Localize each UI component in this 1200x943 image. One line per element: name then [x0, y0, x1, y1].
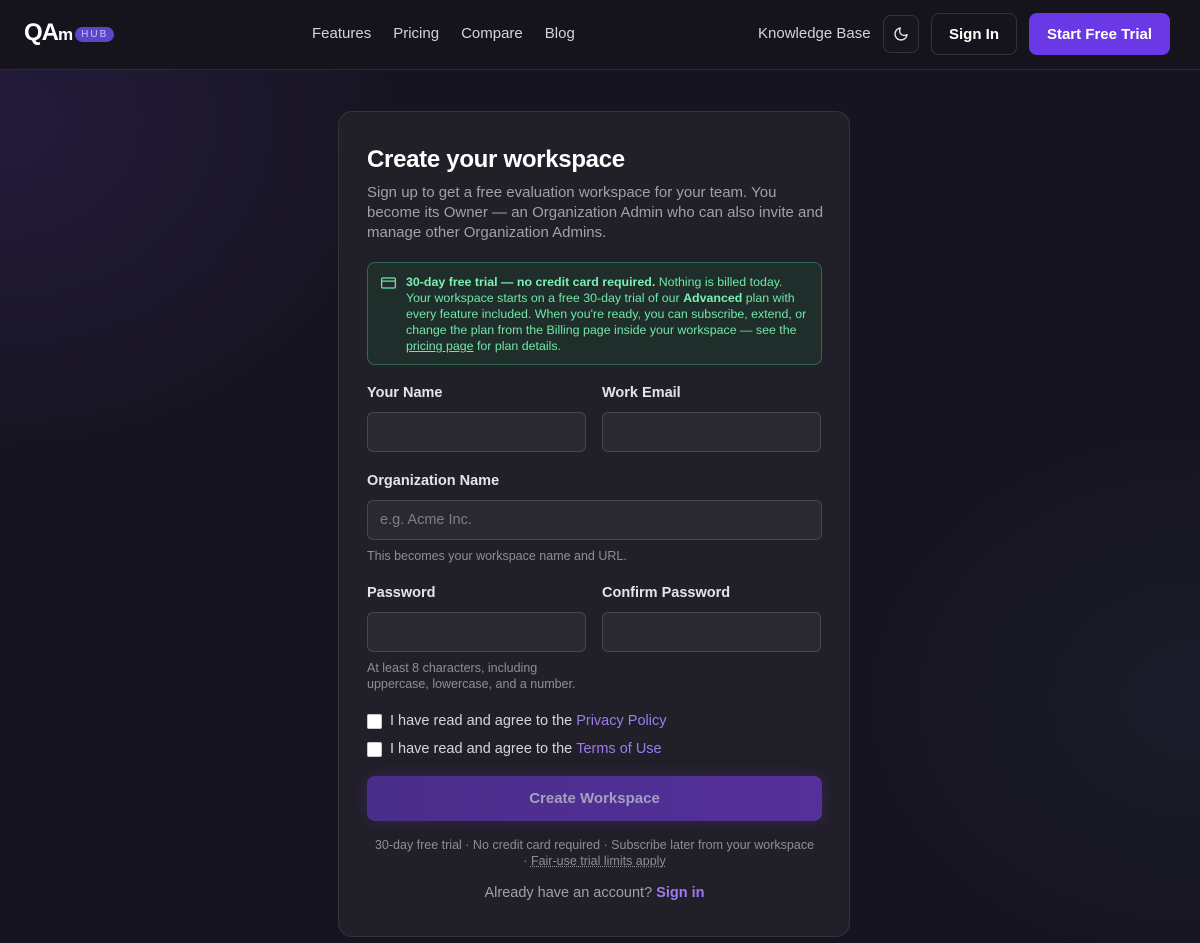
notice-lead: 30-day free trial — no credit card requi…: [406, 275, 656, 289]
nav-compare[interactable]: Compare: [461, 24, 523, 44]
terms-checkbox[interactable]: [367, 741, 382, 757]
nav-features[interactable]: Features: [312, 24, 371, 44]
sign-in-link[interactable]: Sign in: [656, 885, 704, 901]
password-input[interactable]: [367, 612, 586, 652]
confirm-password-label: Confirm Password: [602, 585, 731, 601]
fair-use-link[interactable]: Fair-use trial limits apply: [531, 854, 666, 868]
trial-footer-line: 30-day free trial · No credit card requi…: [374, 838, 815, 852]
logo-wordmark: QAm: [24, 19, 74, 46]
nav-pricing[interactable]: Pricing: [393, 24, 439, 44]
email-input[interactable]: [602, 412, 821, 452]
privacy-consent-text: I have read and agree to the: [390, 713, 573, 729]
pricing-page-link[interactable]: pricing page: [406, 339, 474, 353]
logo[interactable]: QAm HUB: [24, 19, 115, 46]
start-free-trial-button[interactable]: Start Free Trial: [1029, 13, 1170, 55]
org-hint: This becomes your workspace name and URL…: [367, 549, 627, 563]
name-input[interactable]: [367, 412, 586, 452]
logo-badge: HUB: [75, 26, 115, 42]
email-label: Work Email: [602, 385, 681, 401]
notice-plan: Advanced: [683, 291, 743, 305]
trial-notice: 30-day free trial — no credit card requi…: [367, 262, 822, 365]
privacy-policy-link[interactable]: Privacy Policy: [576, 713, 666, 729]
theme-toggle-button[interactable]: [883, 15, 919, 53]
moon-icon: [894, 27, 908, 41]
top-navbar: QAm HUB Features Pricing Compare Blog Kn…: [0, 0, 1200, 70]
nav-knowledge-base[interactable]: Knowledge Base: [758, 24, 871, 44]
create-workspace-button[interactable]: Create Workspace: [367, 776, 822, 821]
privacy-consent-row: I have read and agree to the Privacy Pol…: [367, 713, 666, 729]
main-nav: Features Pricing Compare Blog: [312, 24, 575, 44]
confirm-password-input[interactable]: [602, 612, 821, 652]
password-hint: At least 8 characters, including upperca…: [367, 661, 576, 691]
footer-separator: ·: [523, 854, 531, 868]
trial-footer: 30-day free trial · No credit card requi…: [367, 837, 822, 869]
notice-text-3: for plan details.: [473, 339, 561, 353]
terms-consent-text: I have read and agree to the: [390, 741, 573, 757]
already-account: Already have an account? Sign in: [367, 885, 822, 901]
terms-consent-row: I have read and agree to the Terms of Us…: [367, 741, 662, 757]
privacy-checkbox[interactable]: [367, 713, 382, 729]
page-subtitle: Sign up to get a free evaluation workspa…: [367, 184, 824, 241]
already-account-text: Already have an account?: [484, 885, 653, 901]
password-label: Password: [367, 585, 436, 601]
name-label: Your Name: [367, 385, 443, 401]
sign-in-button[interactable]: Sign In: [931, 13, 1017, 55]
signup-card: Create your workspace Sign up to get a f…: [338, 111, 850, 937]
page-title: Create your workspace: [367, 146, 625, 173]
org-label: Organization Name: [367, 473, 500, 489]
nav-blog[interactable]: Blog: [545, 24, 575, 44]
credit-card-icon: [381, 277, 396, 289]
org-input[interactable]: [367, 500, 822, 540]
terms-of-use-link[interactable]: Terms of Use: [576, 741, 661, 757]
